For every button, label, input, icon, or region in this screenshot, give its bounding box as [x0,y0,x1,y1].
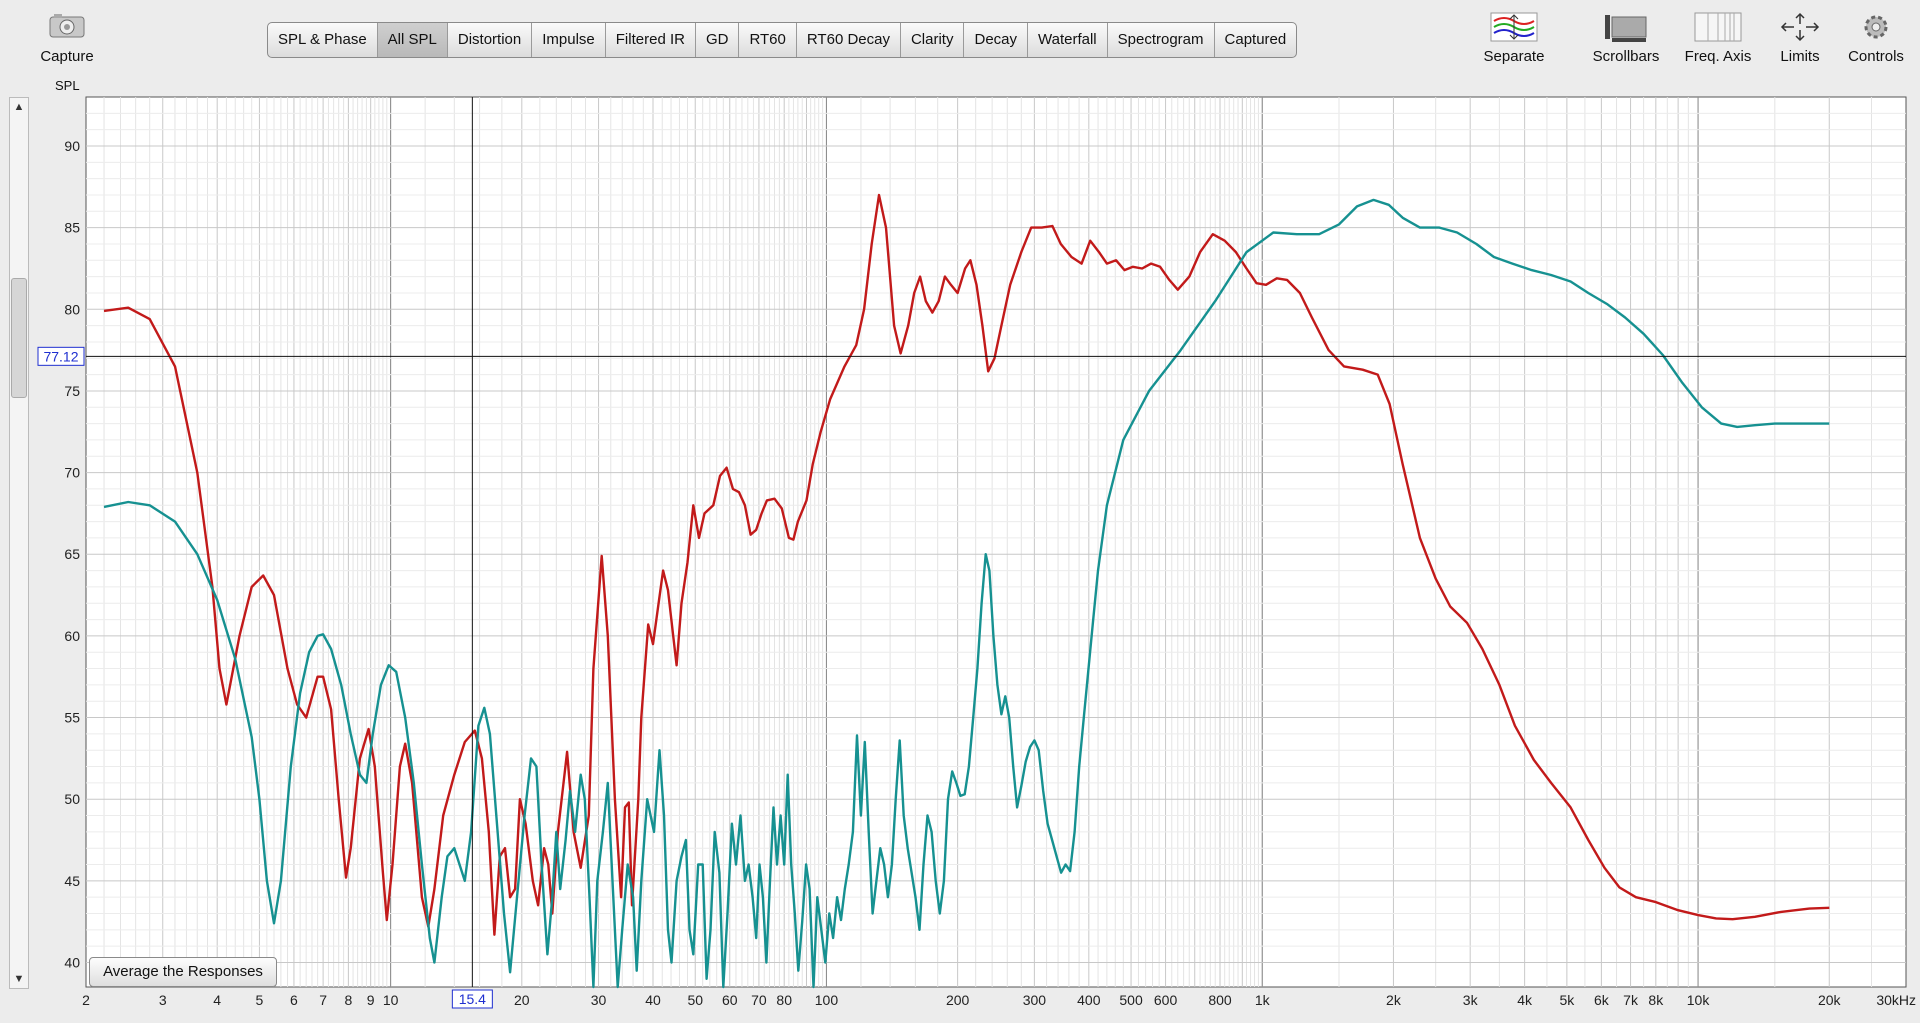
x-tick-label: 3k [1463,992,1479,1008]
y-tick-label: 55 [64,710,80,726]
y-tick-label: 75 [64,383,80,399]
cursor-x-label: 15.4 [459,991,486,1007]
x-tick-label: 7 [319,992,327,1008]
x-tick-label: 800 [1208,992,1232,1008]
x-tick-label: 9 [367,992,375,1008]
x-tick-label: 600 [1154,992,1178,1008]
plot-area [85,96,1907,988]
x-tick-label: 6k [1594,992,1610,1008]
x-tick-label: 8 [344,992,352,1008]
cursor-y-label: 77.12 [43,348,78,364]
x-tick-label: 60 [722,992,738,1008]
x-tick-label: 6 [290,992,298,1008]
x-tick-label: 1k [1255,992,1271,1008]
x-tick-label: 400 [1077,992,1101,1008]
x-tick-label: 4k [1517,992,1533,1008]
y-tick-label: 80 [64,301,80,317]
spl-chart[interactable]: 40455055606570758085902 3 4 5 6 7 8 9 10 20 30 40 50… [0,0,1920,1023]
x-tick-label: 20k [1818,992,1842,1008]
x-tick-label: 3 [159,992,167,1008]
x-tick-label: 80 [776,992,792,1008]
y-tick-label: 65 [64,546,80,562]
y-tick-label: 40 [64,955,80,971]
y-tick-label: 85 [64,220,80,236]
x-tick-label: 8k [1648,992,1664,1008]
x-tick-label: 2k [1386,992,1402,1008]
x-tick-label: 100 [815,992,839,1008]
x-tick-label: 30 [591,992,607,1008]
y-tick-label: 50 [64,791,80,807]
x-tick-label: 4 [213,992,221,1008]
x-tick-label: 30kHz [1876,992,1916,1008]
x-tick-label: 10k [1687,992,1711,1008]
x-tick-label: 20 [514,992,530,1008]
x-tick-label: 10 [383,992,399,1008]
average-responses-button[interactable]: Average the Responses [89,957,277,987]
x-tick-label: 200 [946,992,970,1008]
x-tick-label: 300 [1023,992,1047,1008]
x-tick-label: 5k [1559,992,1575,1008]
y-tick-label: 60 [64,628,80,644]
x-tick-label: 7k [1623,992,1639,1008]
x-tick-label: 2 [82,992,90,1008]
x-tick-label: 40 [645,992,661,1008]
y-tick-label: 90 [64,138,80,154]
x-tick-label: 50 [687,992,703,1008]
x-tick-label: 5 [256,992,264,1008]
x-tick-label: 500 [1119,992,1143,1008]
y-tick-label: 70 [64,465,80,481]
x-tick-label: 70 [751,992,767,1008]
y-tick-label: 45 [64,873,80,889]
